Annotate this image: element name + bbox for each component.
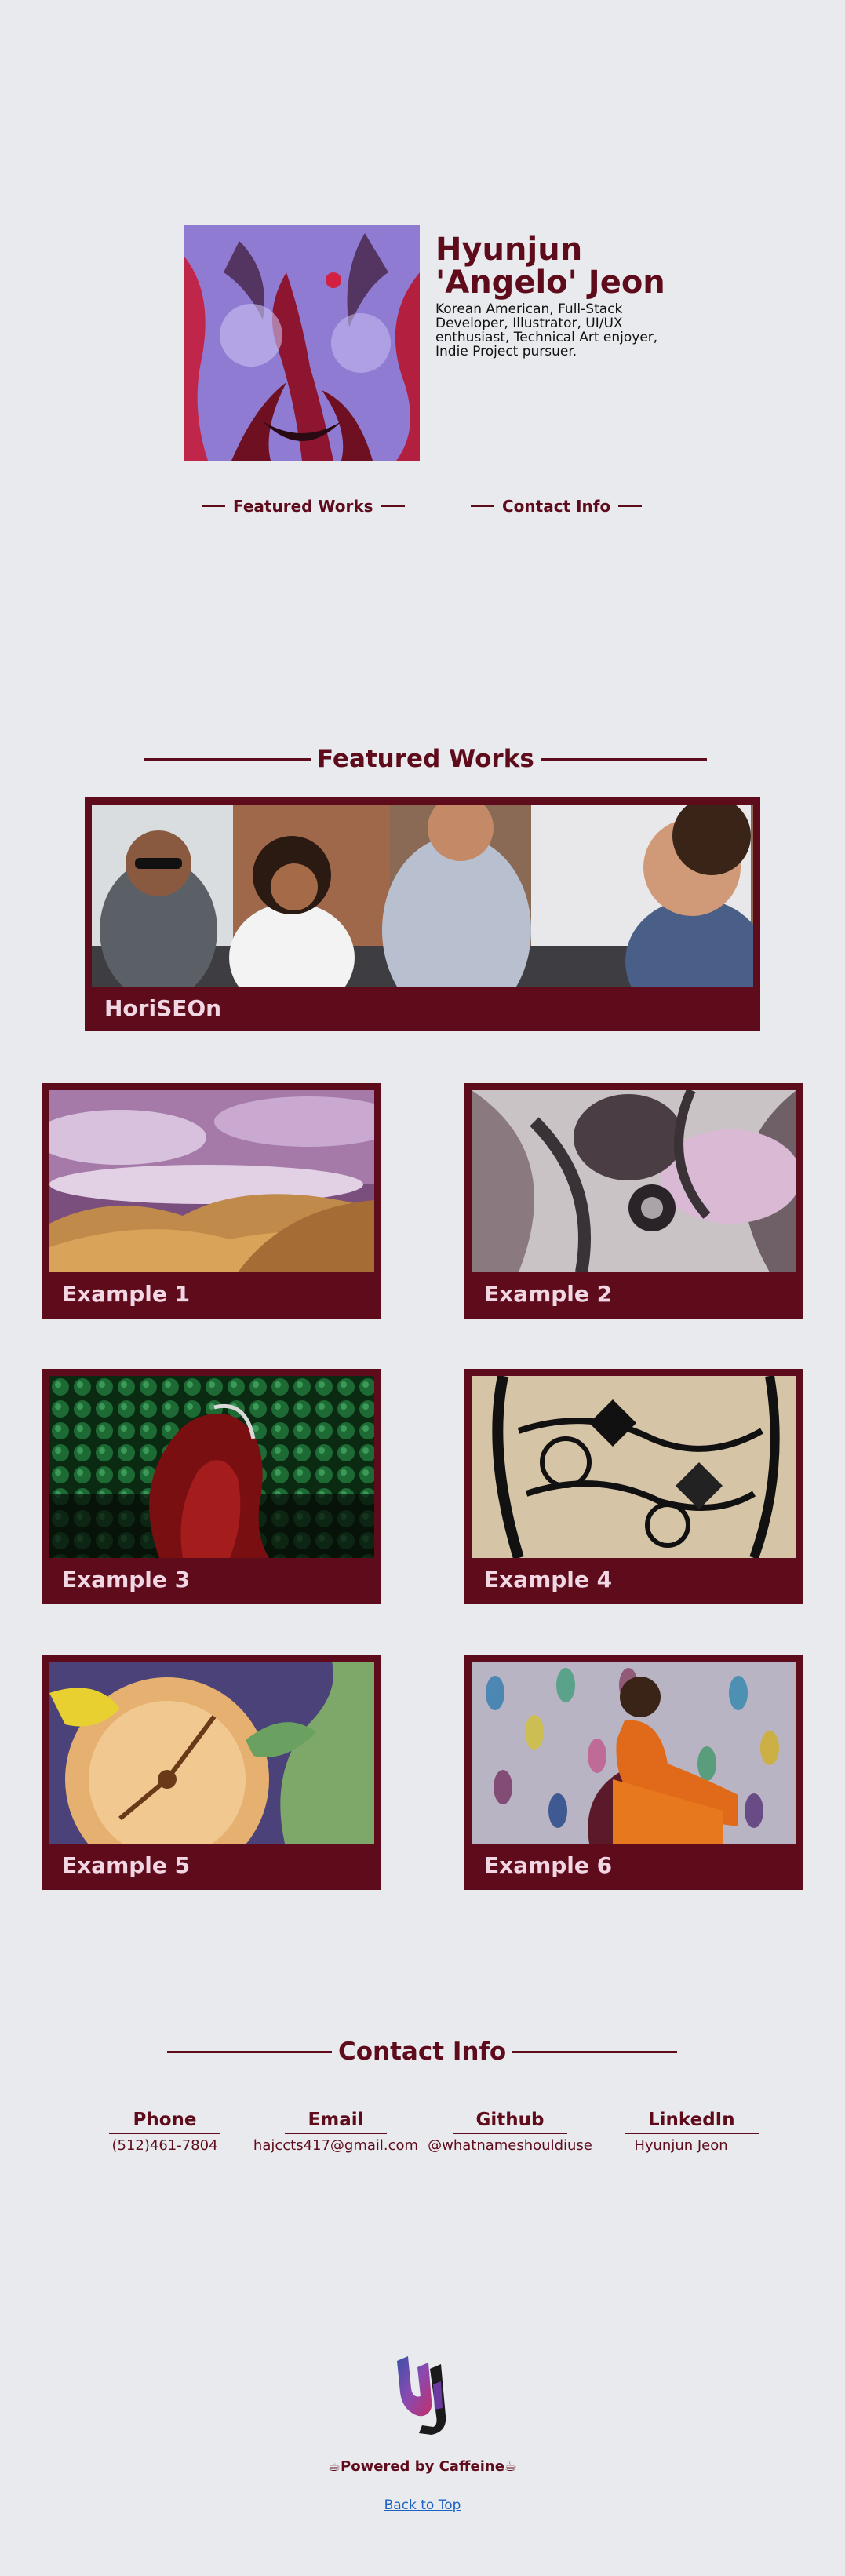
contact-github: Github @whatnameshouldiuse xyxy=(428,2110,592,2154)
back-to-top-link[interactable]: Back to Top xyxy=(384,2498,461,2513)
project-title: Example 6 xyxy=(484,1852,613,1878)
contact-value[interactable]: (512)461-7804 xyxy=(108,2137,221,2154)
section-title: Contact Info xyxy=(338,2038,507,2066)
site-logo xyxy=(391,2353,453,2439)
project-card-example-3[interactable]: Example 3 xyxy=(42,1369,381,1604)
heading-rule xyxy=(512,2050,678,2053)
project-thumbnail xyxy=(472,1090,796,1272)
project-thumbnail xyxy=(472,1376,796,1558)
project-title: Example 3 xyxy=(62,1567,191,1593)
project-title: Example 5 xyxy=(62,1852,191,1878)
hero-name: Hyunjun 'Angelo' Jeon xyxy=(435,232,665,301)
project-title: Example 4 xyxy=(484,1567,613,1593)
nav-dash xyxy=(471,505,494,507)
heading-rule xyxy=(540,757,707,761)
hero-artwork-image xyxy=(184,225,420,461)
project-card-example-4[interactable]: Example 4 xyxy=(464,1369,803,1604)
nav-dash xyxy=(202,505,225,507)
contact-info-heading: Contact Info xyxy=(167,2038,678,2066)
featured-works-heading: Featured Works xyxy=(144,745,707,773)
powered-by-text: ☕Powered by Caffeine☕ xyxy=(327,2458,518,2475)
project-title: Example 1 xyxy=(62,1281,191,1307)
project-thumbnail xyxy=(92,805,753,987)
back-to-top: Back to Top xyxy=(0,2498,845,2513)
project-card-example-2[interactable]: Example 2 xyxy=(464,1083,803,1319)
project-thumbnail xyxy=(49,1376,374,1558)
contact-label: Phone xyxy=(109,2110,220,2134)
nav-dash xyxy=(618,505,643,507)
project-card-example-1[interactable]: Example 1 xyxy=(42,1083,381,1319)
contact-label: Email xyxy=(284,2110,388,2134)
nav-link-featured-works[interactable]: Featured Works xyxy=(202,497,405,516)
contact-email: Email hajccts417@gmail.com xyxy=(252,2110,420,2154)
contact-label: Github xyxy=(452,2110,568,2134)
project-card-example-6[interactable]: Example 6 xyxy=(464,1655,803,1890)
project-title: HoriSEOn xyxy=(104,995,222,1021)
nav-dash xyxy=(381,505,405,507)
contact-linkedin: LinkedIn Hyunjun Jeon xyxy=(625,2110,759,2154)
project-card-example-5[interactable]: Example 5 xyxy=(42,1655,381,1890)
contact-value[interactable]: @whatnameshouldiuse xyxy=(428,2137,592,2154)
contact-label: LinkedIn xyxy=(625,2110,759,2134)
project-thumbnail xyxy=(49,1090,374,1272)
contact-phone: Phone (512)461-7804 xyxy=(108,2110,221,2154)
project-thumbnail xyxy=(472,1662,796,1844)
nav-link-label[interactable]: Contact Info xyxy=(502,497,610,516)
project-card-horiseon[interactable]: HoriSEOn xyxy=(85,797,760,1031)
heading-rule xyxy=(167,2050,332,2053)
nav-link-label[interactable]: Featured Works xyxy=(233,497,373,516)
hero-bio: Korean American, Full-Stack Developer, I… xyxy=(435,301,658,359)
heading-rule xyxy=(144,757,311,761)
project-thumbnail xyxy=(49,1662,374,1844)
section-title: Featured Works xyxy=(317,745,534,773)
project-title: Example 2 xyxy=(484,1281,613,1307)
contact-value[interactable]: hajccts417@gmail.com xyxy=(252,2137,420,2154)
contact-value[interactable]: Hyunjun Jeon xyxy=(625,2137,738,2154)
nav-link-contact-info[interactable]: Contact Info xyxy=(471,497,643,516)
